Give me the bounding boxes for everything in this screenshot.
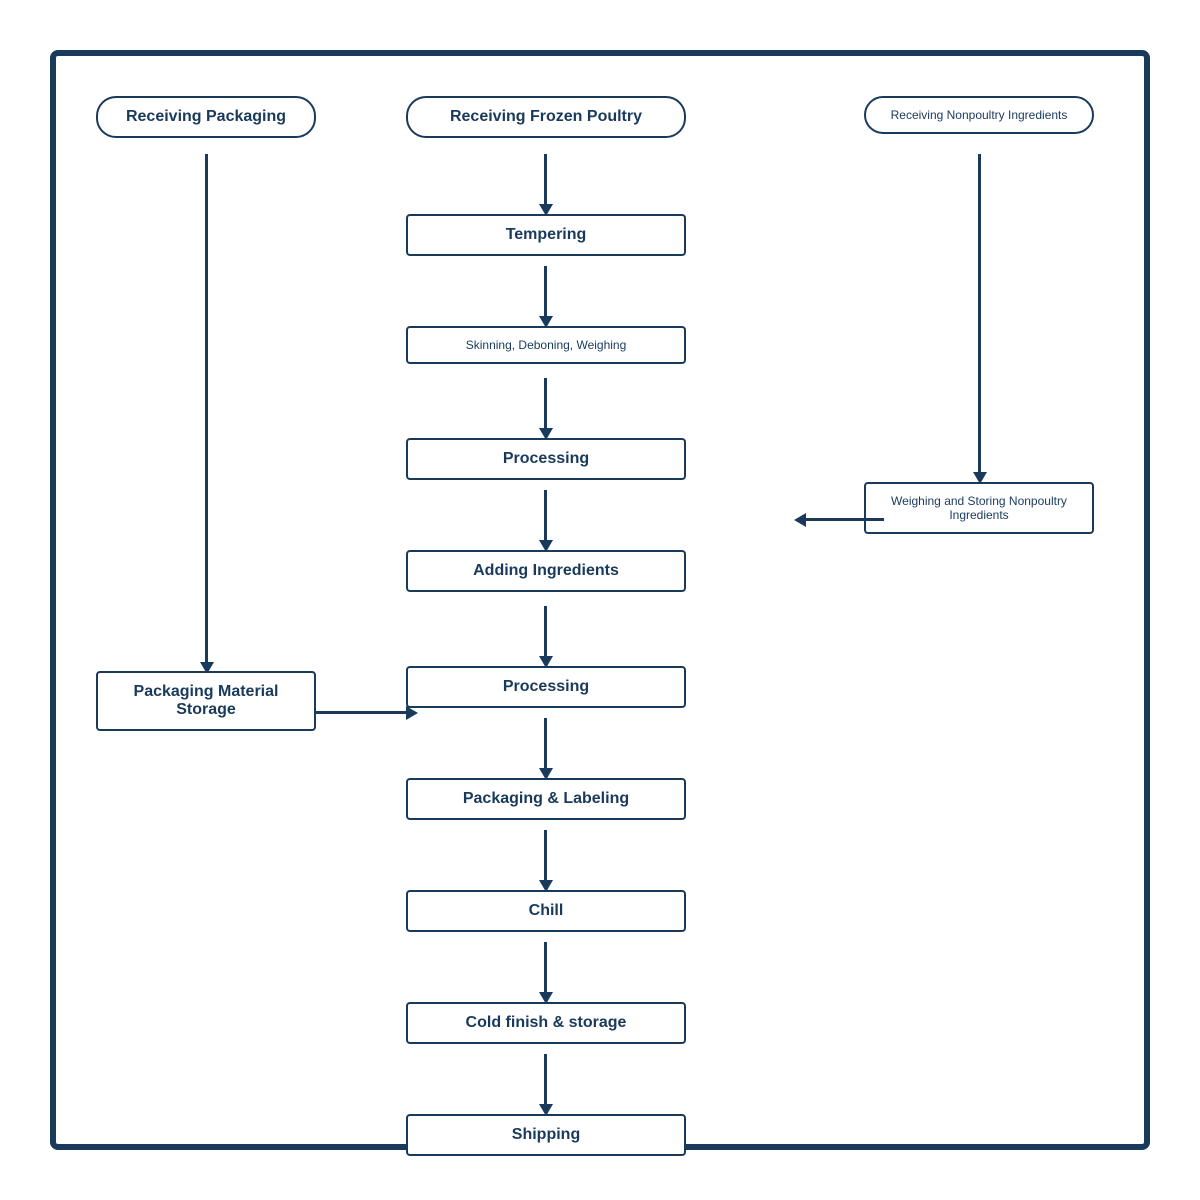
- weighing-to-adding-arrow: [804, 518, 884, 521]
- chill-box: Chill: [406, 890, 686, 932]
- arrow-2: [544, 266, 547, 318]
- skinning-deboning-box: Skinning, Deboning, Weighing: [406, 326, 686, 364]
- packaging-to-labeling-arrow: [316, 711, 408, 714]
- arrow-6: [544, 718, 547, 770]
- left-arrow-v: [205, 154, 208, 664]
- receiving-packaging-box: Receiving Packaging: [96, 96, 316, 138]
- right-arrow-v: [978, 154, 981, 474]
- arrow-3: [544, 378, 547, 430]
- outer-border: Receiving Packaging Packaging Material S…: [50, 50, 1150, 1150]
- shipping-box: Shipping: [406, 1114, 686, 1156]
- receiving-frozen-poultry-box: Receiving Frozen Poultry: [406, 96, 686, 138]
- weighing-storing-box: Weighing and Storing Nonpoultry Ingredie…: [864, 482, 1094, 534]
- arrow-4: [544, 490, 547, 542]
- arrow-5: [544, 606, 547, 658]
- arrow-7: [544, 830, 547, 882]
- processing-box-1: Processing: [406, 438, 686, 480]
- diagram: Receiving Packaging Packaging Material S…: [96, 96, 1104, 1104]
- arrow-8: [544, 942, 547, 994]
- adding-ingredients-box: Adding Ingredients: [406, 550, 686, 592]
- processing-box-2: Processing: [406, 666, 686, 708]
- receiving-nonpoultry-box: Receiving Nonpoultry Ingredients: [864, 96, 1094, 134]
- packaging-material-storage-box: Packaging Material Storage: [96, 671, 316, 731]
- arrow-1: [544, 154, 547, 206]
- arrow-9: [544, 1054, 547, 1106]
- tempering-box: Tempering: [406, 214, 686, 256]
- cold-finish-box: Cold finish & storage: [406, 1002, 686, 1044]
- packaging-labeling-box: Packaging & Labeling: [406, 778, 686, 820]
